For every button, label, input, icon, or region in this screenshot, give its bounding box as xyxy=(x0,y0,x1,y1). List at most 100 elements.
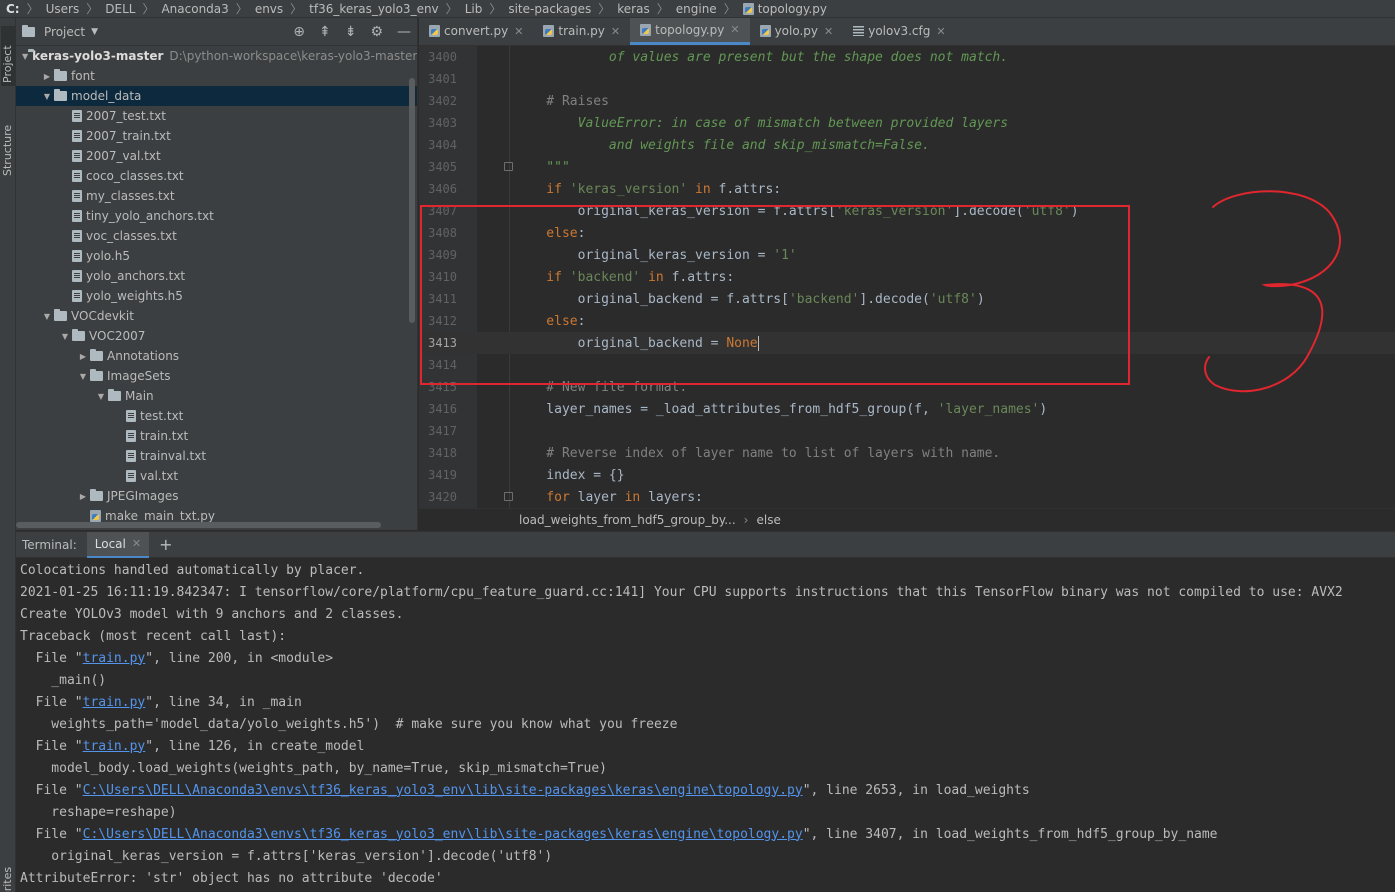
code-line[interactable]: 3412 else: xyxy=(419,310,1395,332)
breadcrumb-item[interactable]: engine xyxy=(676,2,717,16)
chevron-right-icon[interactable]: ▶ xyxy=(40,72,54,81)
code-line[interactable]: 3420 for layer in layers: xyxy=(419,486,1395,508)
project-vertical-scrollbar[interactable] xyxy=(409,78,415,323)
code-line[interactable]: 3401 xyxy=(419,68,1395,90)
code-line[interactable]: 3414 xyxy=(419,354,1395,376)
editor-breadcrumb-item[interactable]: load_weights_from_hdf5_group_by... xyxy=(519,513,736,527)
close-icon[interactable]: ✕ xyxy=(824,25,833,38)
code-line[interactable]: 3403 ValueError: in case of mismatch bet… xyxy=(419,112,1395,134)
breadcrumb-item[interactable]: topology.py xyxy=(742,2,827,16)
expand-all-icon[interactable]: ⇟ xyxy=(345,24,357,40)
code-line[interactable]: 3402 # Raises xyxy=(419,90,1395,112)
tree-item[interactable]: ▶ font xyxy=(16,66,417,86)
chevron-right-icon[interactable]: ▶ xyxy=(76,352,90,361)
code-line[interactable]: 3411 original_backend = f.attrs['backend… xyxy=(419,288,1395,310)
new-terminal-button[interactable]: + xyxy=(159,535,172,554)
project-tool-button[interactable]: Project xyxy=(1,26,16,86)
fold-marker-icon[interactable] xyxy=(504,492,513,501)
chevron-down-icon[interactable]: ▼ xyxy=(22,52,28,61)
close-icon[interactable]: ✕ xyxy=(730,23,739,36)
editor-tab-yolov3-cfg[interactable]: yolov3.cfg ✕ xyxy=(843,18,955,45)
fold-marker-icon[interactable] xyxy=(504,162,513,171)
file-link[interactable]: C:\Users\DELL\Anaconda3\envs\tf36_keras_… xyxy=(83,827,803,842)
code-line[interactable]: 3413 original_backend = None xyxy=(419,332,1395,354)
file-link[interactable]: train.py xyxy=(83,739,146,754)
structure-tool-button[interactable]: Structure xyxy=(1,106,14,176)
file-link[interactable]: train.py xyxy=(83,651,146,666)
tree-item[interactable]: ·yolo_anchors.txt xyxy=(16,266,417,286)
tree-item[interactable]: ·tiny_yolo_anchors.txt xyxy=(16,206,417,226)
tree-item[interactable]: ▼ VOC2007 xyxy=(16,326,417,346)
breadcrumb-item[interactable]: keras xyxy=(617,2,649,16)
editor-tab-train-py[interactable]: train.py ✕ xyxy=(533,18,630,45)
tree-item[interactable]: ·2007_test.txt xyxy=(16,106,417,126)
code-line[interactable]: 3405 """ xyxy=(419,156,1395,178)
tree-item[interactable]: ▶ JPEGImages xyxy=(16,486,417,506)
breadcrumb-item[interactable]: Anaconda3 xyxy=(161,2,228,16)
code-line[interactable]: 3400 of values are present but the shape… xyxy=(419,46,1395,68)
code-line[interactable]: 3404 and weights file and skip_mismatch=… xyxy=(419,134,1395,156)
tree-item[interactable]: ·yolo.h5 xyxy=(16,246,417,266)
tree-item[interactable]: ▼ ImageSets xyxy=(16,366,417,386)
editor-tab-convert-py[interactable]: convert.py ✕ xyxy=(419,18,533,45)
close-icon[interactable]: ✕ xyxy=(611,25,620,38)
tree-item[interactable]: ·val.txt xyxy=(16,466,417,486)
breadcrumb-item[interactable]: tf36_keras_yolo3_env xyxy=(309,2,439,16)
breadcrumb-item[interactable]: Lib xyxy=(465,2,483,16)
terminal-output[interactable]: Colocations handled automatically by pla… xyxy=(20,559,1390,889)
chevron-down-icon[interactable]: ▼ xyxy=(40,312,54,321)
breadcrumb-item[interactable]: envs xyxy=(255,2,283,16)
chevron-down-icon[interactable]: ▼ xyxy=(40,92,54,101)
tree-item[interactable]: ·train.txt xyxy=(16,426,417,446)
tree-item[interactable]: ▼ model_data xyxy=(16,86,417,106)
close-icon[interactable]: ✕ xyxy=(132,537,141,550)
breadcrumb-item[interactable]: site-packages xyxy=(508,2,591,16)
code-line[interactable]: 3410 if 'backend' in f.attrs: xyxy=(419,266,1395,288)
editor-tab-topology-py[interactable]: topology.py ✕ xyxy=(630,18,750,45)
breadcrumb-item[interactable]: C: xyxy=(6,2,20,16)
gear-icon[interactable]: ⚙ xyxy=(370,24,383,40)
tree-item[interactable]: ·yolo_weights.h5 xyxy=(16,286,417,306)
tree-item[interactable]: ·voc_classes.txt xyxy=(16,226,417,246)
locate-icon[interactable]: ⊕ xyxy=(293,24,305,40)
code-line[interactable]: 3409 original_keras_version = '1' xyxy=(419,244,1395,266)
file-link[interactable]: C:\Users\DELL\Anaconda3\envs\tf36_keras_… xyxy=(83,783,803,798)
tree-item[interactable]: ▼ keras-yolo3-master D:\python-workspace\k… xyxy=(16,46,417,66)
tree-item[interactable]: ·trainval.txt xyxy=(16,446,417,466)
code-line[interactable]: 3419 index = {} xyxy=(419,464,1395,486)
breadcrumb-item[interactable]: DELL xyxy=(105,2,135,16)
code-line[interactable]: 3408 else: xyxy=(419,222,1395,244)
code-area[interactable]: 3400 of values are present but the shape… xyxy=(419,46,1395,508)
code-line[interactable]: 3407 original_keras_version = f.attrs['k… xyxy=(419,200,1395,222)
chevron-down-icon[interactable]: ▼ xyxy=(94,392,108,401)
file-link[interactable]: train.py xyxy=(83,695,146,710)
chevron-down-icon[interactable]: ▼ xyxy=(91,27,98,37)
close-icon[interactable]: ✕ xyxy=(936,25,945,38)
code-line[interactable]: 3416 layer_names = _load_attributes_from… xyxy=(419,398,1395,420)
chevron-down-icon[interactable]: ▼ xyxy=(58,332,72,341)
tree-item[interactable]: ▶ Annotations xyxy=(16,346,417,366)
project-horizontal-scrollbar[interactable] xyxy=(16,522,381,528)
tree-item[interactable]: ▼ Main xyxy=(16,386,417,406)
minimize-icon[interactable]: — xyxy=(397,24,411,40)
code-line[interactable]: 3417 xyxy=(419,420,1395,442)
tree-item[interactable]: ·2007_val.txt xyxy=(16,146,417,166)
tree-item[interactable]: ▼ VOCdevkit xyxy=(16,306,417,326)
terminal-tab-local[interactable]: Local ✕ xyxy=(86,531,150,558)
breadcrumb-item[interactable]: Users xyxy=(46,2,80,16)
favorites-tool-button[interactable]: orites xyxy=(1,858,14,892)
chevron-right-icon[interactable]: ▶ xyxy=(76,492,90,501)
project-panel-title[interactable]: Project xyxy=(44,25,85,39)
tree-item[interactable]: ·coco_classes.txt xyxy=(16,166,417,186)
tree-item[interactable]: ·my_classes.txt xyxy=(16,186,417,206)
close-icon[interactable]: ✕ xyxy=(514,25,523,38)
tree-item[interactable]: ·test.txt xyxy=(16,406,417,426)
editor-breadcrumb-item[interactable]: else xyxy=(756,513,780,527)
collapse-all-icon[interactable]: ⇞ xyxy=(319,24,331,40)
chevron-down-icon[interactable]: ▼ xyxy=(76,372,90,381)
code-line[interactable]: 3406 if 'keras_version' in f.attrs: xyxy=(419,178,1395,200)
code-line[interactable]: 3418 # Reverse index of layer name to li… xyxy=(419,442,1395,464)
tree-item[interactable]: ·2007_train.txt xyxy=(16,126,417,146)
editor-tab-yolo-py[interactable]: yolo.py ✕ xyxy=(750,18,844,45)
code-line[interactable]: 3415 # New file format. xyxy=(419,376,1395,398)
